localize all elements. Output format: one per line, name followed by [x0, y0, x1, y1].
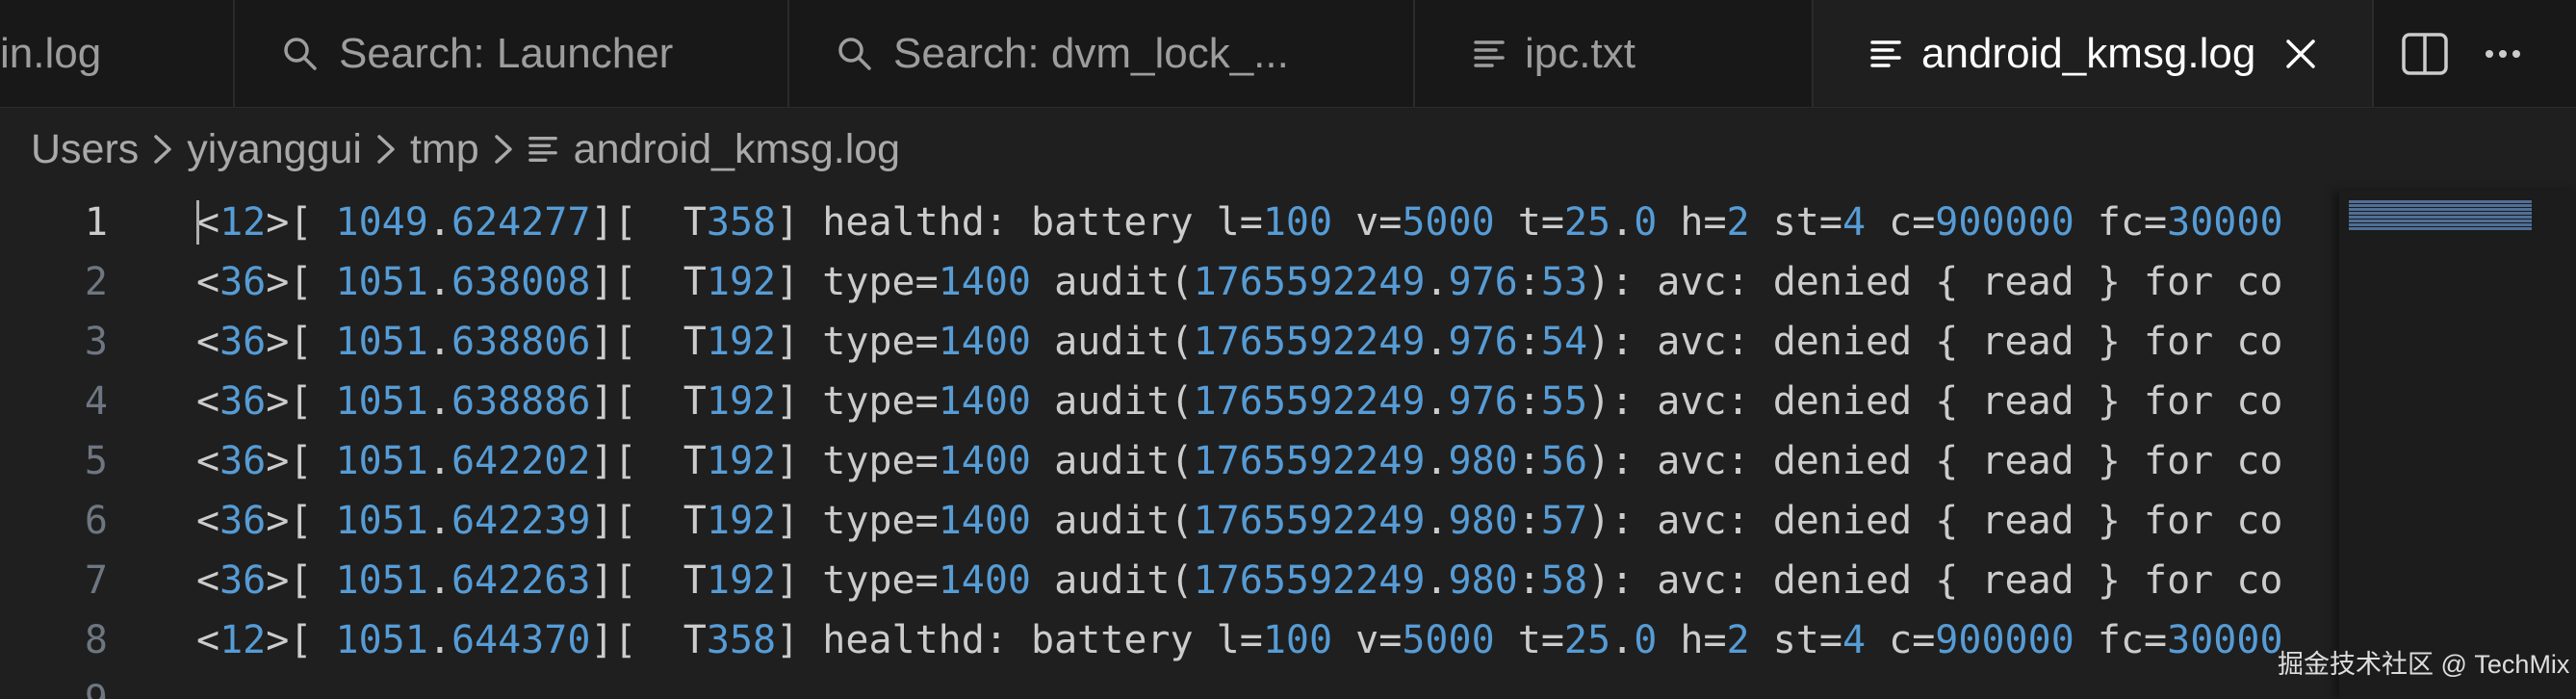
minimap-line	[2349, 200, 2532, 203]
close-icon[interactable]	[2284, 38, 2317, 70]
split-editor-icon[interactable]	[2401, 32, 2449, 76]
tab-ipc-txt[interactable]: ipc.txt	[1415, 0, 1814, 107]
watermark: 掘金技术社区 @ TechMix	[2278, 650, 2570, 679]
tab-label: Search: Launcher	[339, 29, 674, 77]
tab-in-log[interactable]: in.log	[0, 0, 235, 107]
line-text: <36>[ 1051.642239][ T192] type=1400 audi…	[196, 499, 2283, 543]
tab-search-launcher[interactable]: Search: Launcher	[235, 0, 789, 107]
line-text: <36>[ 1051.642263][ T192] type=1400 audi…	[196, 558, 2283, 603]
minimap[interactable]	[2339, 191, 2576, 699]
tab-label: Search: dvm_lock_...	[893, 29, 1289, 77]
line-text: <36>[ 1051.638008][ T192] type=1400 audi…	[196, 260, 2283, 304]
tab-android-kmsg-log[interactable]: android_kmsg.log	[1814, 0, 2374, 107]
code-line[interactable]: 5 <36>[ 1051.642202][ T192] type=1400 aud…	[0, 431, 2339, 491]
minimap-line	[2349, 208, 2532, 211]
tab-label: in.log	[0, 29, 102, 77]
minimap-line	[2349, 220, 2532, 222]
code-line[interactable]: 2 <36>[ 1051.638008][ T192] type=1400 aud…	[0, 252, 2339, 312]
search-icon	[836, 35, 874, 73]
search-icon	[281, 35, 320, 73]
breadcrumb: Users yiyanggui tmp android_kmsg.log	[0, 108, 2576, 191]
code-line[interactable]: 7 <36>[ 1051.642263][ T192] type=1400 aud…	[0, 551, 2339, 610]
code-line[interactable]: 6 <36>[ 1051.642239][ T192] type=1400 aud…	[0, 491, 2339, 551]
minimap-line	[2349, 227, 2532, 230]
more-actions-icon[interactable]	[2484, 48, 2522, 60]
line-text: <36>[ 1051.642202][ T192] type=1400 audi…	[196, 439, 2283, 483]
chevron-right-icon	[375, 133, 397, 166]
editor-actions	[2374, 0, 2576, 107]
line-number: 8	[84, 618, 108, 662]
file-lines-icon	[528, 133, 558, 166]
breadcrumb-item-tmp[interactable]: tmp	[410, 126, 479, 173]
code-line[interactable]: 9	[0, 670, 2339, 699]
line-number: 3	[84, 320, 108, 364]
line-text: <12>[ 1049.624277][ T358] healthd: batte…	[196, 200, 2283, 245]
line-text: <12>[ 1051.644370][ T358] healthd: batte…	[196, 618, 2283, 662]
tab-search-dvm-lock[interactable]: Search: dvm_lock_...	[789, 0, 1415, 107]
code-line[interactable]: 1 <12>[ 1049.624277][ T358] healthd: batt…	[0, 193, 2339, 252]
tab-label: android_kmsg.log	[1921, 29, 2256, 77]
code-line[interactable]: 4 <36>[ 1051.638886][ T192] type=1400 aud…	[0, 372, 2339, 431]
tab-bar: in.log Search: Launcher Search: dvm_lock…	[0, 0, 2576, 108]
breadcrumb-item-file[interactable]: android_kmsg.log	[574, 126, 900, 173]
line-text: <36>[ 1051.638806][ T192] type=1400 audi…	[196, 320, 2283, 364]
breadcrumb-item-yiyanggui[interactable]: yiyanggui	[187, 126, 362, 173]
line-number: 7	[84, 558, 108, 603]
text-cursor	[196, 200, 199, 245]
minimap-line	[2349, 216, 2532, 219]
minimap-line	[2349, 212, 2532, 215]
breadcrumb-item-users[interactable]: Users	[31, 126, 139, 173]
line-text: <36>[ 1051.638886][ T192] type=1400 audi…	[196, 379, 2283, 424]
line-number: 2	[84, 260, 108, 304]
file-lines-icon	[1869, 37, 1902, 71]
chevron-right-icon	[152, 133, 173, 166]
code-editor[interactable]: 1 <12>[ 1049.624277][ T358] healthd: batt…	[0, 191, 2339, 699]
minimap-line	[2349, 223, 2532, 226]
code-line[interactable]: 8 <12>[ 1051.644370][ T358] healthd: batt…	[0, 610, 2339, 670]
line-number: 6	[84, 499, 108, 543]
code-line[interactable]: 3 <36>[ 1051.638806][ T192] type=1400 aud…	[0, 312, 2339, 372]
tab-label: ipc.txt	[1525, 29, 1636, 77]
line-number: 4	[84, 379, 108, 424]
chevron-right-icon	[493, 133, 514, 166]
line-number: 5	[84, 439, 108, 483]
line-number: 1	[84, 200, 108, 245]
line-number: 9	[0, 670, 108, 699]
file-lines-icon	[1473, 37, 1506, 71]
minimap-line	[2349, 204, 2532, 207]
